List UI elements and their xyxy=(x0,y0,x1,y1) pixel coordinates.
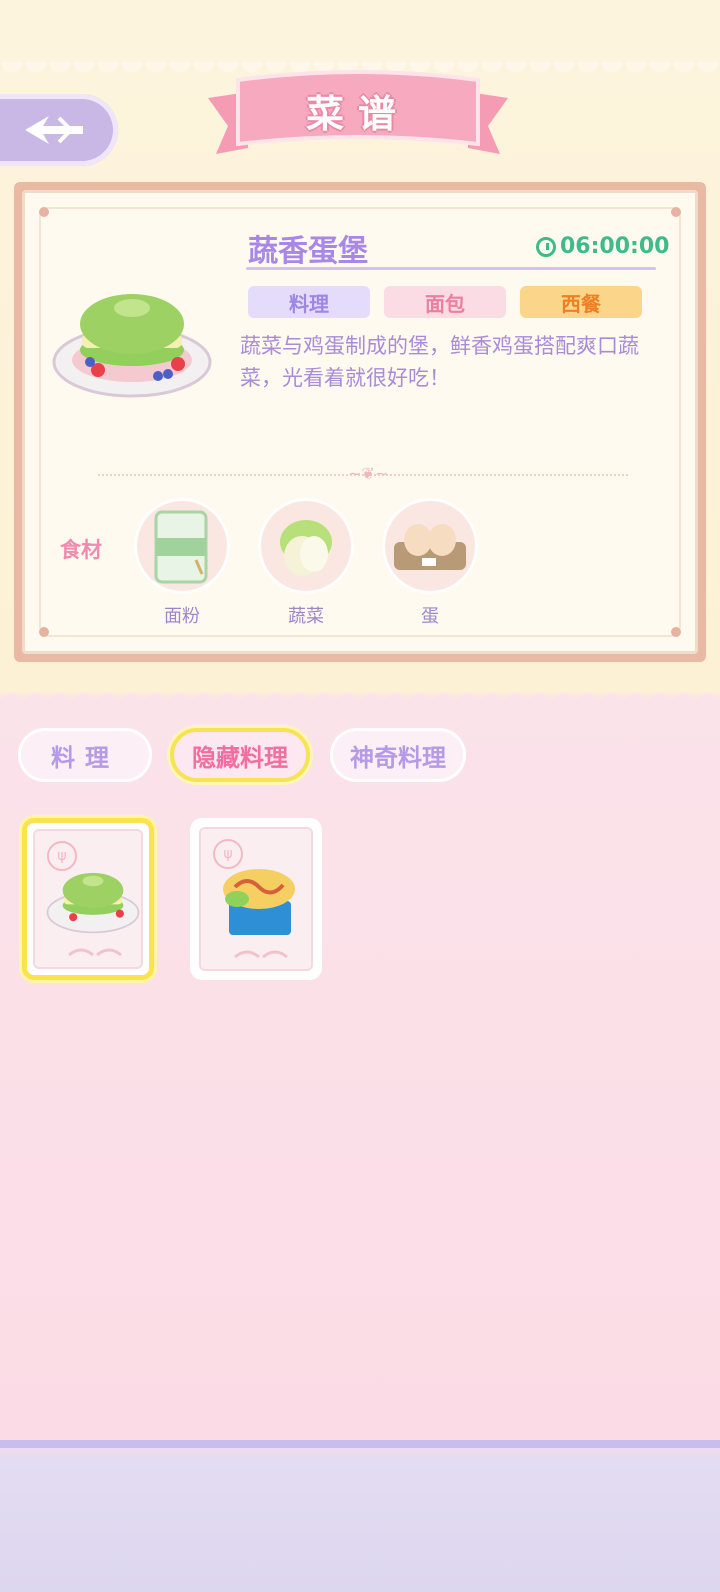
ingredient-flour[interactable]: 面粉 xyxy=(132,498,232,628)
tag-bread: 面包 xyxy=(384,286,506,318)
laurel-icon xyxy=(234,950,288,959)
page-title: 菜谱 xyxy=(305,91,410,136)
timer-value: 06:00:00 xyxy=(560,234,670,259)
ingredient-vegetable[interactable]: 蔬菜 xyxy=(256,498,356,628)
ingredient-egg[interactable]: 蛋 xyxy=(380,498,480,628)
tab-hidden-cuisine[interactable]: 隐藏料理 xyxy=(170,728,310,782)
recipe-card-omelette-sandwich[interactable]: ψ xyxy=(190,818,322,980)
tab-magic-cuisine[interactable]: 神奇料理 xyxy=(330,728,466,782)
omelette-sandwich-icon xyxy=(223,869,295,935)
lace-border-middle xyxy=(0,688,720,704)
back-button[interactable] xyxy=(0,94,118,166)
recipe-card-vegetable-egg-burger[interactable]: ψ xyxy=(22,818,154,980)
flour-bag-icon xyxy=(154,510,208,584)
tab-cuisine[interactable]: 料理 xyxy=(18,728,152,782)
ingredient-name: 面粉 xyxy=(164,606,200,627)
ingredient-name: 蛋 xyxy=(421,606,439,627)
vegetable-egg-burger-icon xyxy=(46,872,140,934)
tag-cuisine: 料理 xyxy=(248,286,370,318)
tag-western: 西餐 xyxy=(520,286,642,318)
title-banner: 菜谱 xyxy=(208,70,508,162)
laurel-icon xyxy=(68,948,122,957)
dish-description: 蔬菜与鸡蛋制成的堡，鲜香鸡蛋搭配爽口蔬菜，光看着就很好吃！ xyxy=(240,334,639,390)
ingredients-label: 食材 xyxy=(60,538,102,562)
egg-carton-icon xyxy=(394,524,466,570)
vegetable-egg-burger-icon xyxy=(52,294,212,398)
dish-name: 蔬香蛋堡 xyxy=(248,234,368,269)
bottom-bar xyxy=(0,1440,720,1448)
back-arrow-icon xyxy=(25,116,83,144)
bow-icon: ~❦~ xyxy=(348,464,389,483)
clock-icon xyxy=(536,236,556,257)
ingredient-name: 蔬菜 xyxy=(288,606,324,627)
title-divider xyxy=(246,267,656,270)
cook-timer: 06:00:00 xyxy=(536,234,669,259)
cabbage-icon xyxy=(280,520,332,576)
